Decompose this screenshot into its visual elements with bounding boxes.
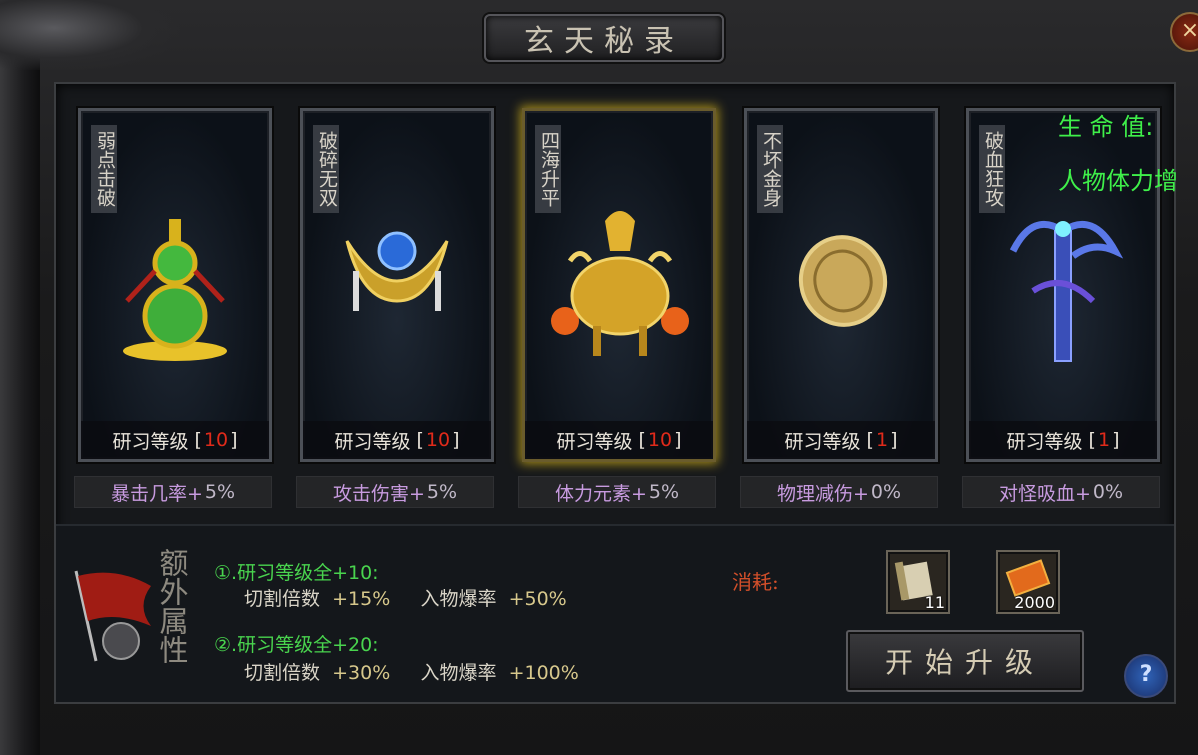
- level-number: 10: [647, 429, 673, 451]
- level-label: 研习等级: [556, 430, 633, 453]
- level-bar: 研习等级 [1]: [969, 421, 1157, 459]
- level-label: 研习等级: [112, 430, 189, 453]
- bonus-2-row: 切割倍数 +30% 入物爆率 +100%: [244, 658, 579, 685]
- help-button[interactable]: ?: [1124, 654, 1168, 698]
- stat-bar-3: 体力元素+ 5%: [518, 476, 716, 508]
- cost-count: 11: [924, 593, 945, 612]
- bonus-value: +50%: [508, 588, 567, 610]
- cost-label: 消耗:: [732, 570, 779, 594]
- crescent-amulet-icon: [337, 201, 457, 371]
- extra-attributes-title: 额外属性: [155, 548, 189, 664]
- bonus-value: +15%: [332, 588, 391, 610]
- level-number: 10: [203, 429, 229, 451]
- stat-name: 对怪吸血+: [998, 482, 1091, 505]
- dragon-ornament-icon: [0, 0, 180, 70]
- stat-value: 0%: [1092, 481, 1124, 503]
- stat-bar-5: 对怪吸血+ 0%: [962, 476, 1160, 508]
- stat-bar-2: 攻击伤害+ 5%: [296, 476, 494, 508]
- level-number: 1: [1097, 429, 1111, 451]
- bonus-2-title: ②.研习等级全+20:: [214, 634, 379, 656]
- stat-name: 攻击伤害+: [332, 482, 425, 505]
- level-bar: 研习等级 [10]: [525, 421, 713, 459]
- stat-bar-4: 物理减伤+ 0%: [740, 476, 938, 508]
- stat-name: 物理减伤+: [776, 482, 869, 505]
- stat-value: 5%: [204, 481, 236, 503]
- stat-value: 0%: [870, 481, 902, 503]
- bonus-key: 切割倍数: [244, 588, 321, 610]
- level-label: 研习等级: [784, 430, 861, 453]
- stat-name: 暴击几率+: [110, 482, 203, 505]
- bonus-value: +30%: [332, 662, 391, 684]
- skill-name: 破血狂攻: [979, 125, 1005, 213]
- skill-name: 弱点击破: [91, 125, 117, 213]
- skill-card-1[interactable]: 弱点击破 研习等级 [10]: [78, 108, 272, 462]
- bonus-value: +100%: [508, 662, 579, 684]
- tooltip-hp-desc: 人物体力增: [1058, 167, 1178, 195]
- war-flag-icon: [66, 566, 156, 666]
- level-number: 10: [425, 429, 451, 451]
- tooltip-hp-label: 生 命 值:: [1058, 113, 1154, 141]
- skill-name: 破碎无双: [313, 125, 339, 213]
- stat-value: 5%: [648, 481, 680, 503]
- skill-card-3[interactable]: 四海升平 研习等级 [10]: [522, 108, 716, 462]
- window-frame: 玄天秘录 × 弱点击破 研习等级 [10] 破碎无双 研习等级 [10] 四…: [0, 0, 1198, 755]
- bottom-section: 额外属性 ①.研习等级全+10: 切割倍数 +15% 入物爆率 +50% ②.研…: [56, 524, 1174, 702]
- level-bar: 研习等级 [10]: [303, 421, 491, 459]
- stat-bar-1: 暴击几率+ 5%: [74, 476, 272, 508]
- dragon-staff-icon: [1003, 201, 1124, 371]
- title-plate: 玄天秘录: [484, 14, 724, 62]
- main-panel: 弱点击破 研习等级 [10] 破碎无双 研习等级 [10] 四海升平 研习等…: [54, 82, 1176, 704]
- level-bar: 研习等级 [10]: [81, 421, 269, 459]
- cost-count: 2000: [1014, 593, 1055, 612]
- window-title: 玄天秘录: [524, 24, 684, 59]
- bonus-1-row: 切割倍数 +15% 入物爆率 +50%: [244, 584, 567, 611]
- cost-slot-token[interactable]: 2000: [996, 550, 1060, 614]
- skill-name: 不坏金身: [757, 125, 783, 213]
- frame-border-left: [0, 0, 40, 755]
- bonus-1-title: ①.研习等级全+10:: [214, 562, 379, 584]
- skill-card-2[interactable]: 破碎无双 研习等级 [10]: [300, 108, 494, 462]
- skill-card-4[interactable]: 不坏金身 研习等级 [1]: [744, 108, 938, 462]
- stat-name: 体力元素+: [554, 482, 647, 505]
- bonus-key: 切割倍数: [244, 662, 321, 684]
- level-bar: 研习等级 [1]: [747, 421, 935, 459]
- close-button[interactable]: ×: [1170, 12, 1198, 52]
- bonus-key: 入物爆率: [420, 662, 497, 684]
- level-number: 1: [875, 429, 889, 451]
- bonus-key: 入物爆率: [420, 588, 497, 610]
- golden-censer-icon: [545, 201, 695, 371]
- level-label: 研习等级: [334, 430, 411, 453]
- level-label: 研习等级: [1006, 430, 1083, 453]
- golden-coin-icon: [781, 201, 901, 371]
- jade-gourd-icon: [115, 201, 235, 371]
- start-upgrade-button[interactable]: 开始升级: [846, 630, 1084, 692]
- skill-name: 四海升平: [535, 125, 561, 213]
- stat-value: 5%: [426, 481, 458, 503]
- cost-slot-scroll[interactable]: 11: [886, 550, 950, 614]
